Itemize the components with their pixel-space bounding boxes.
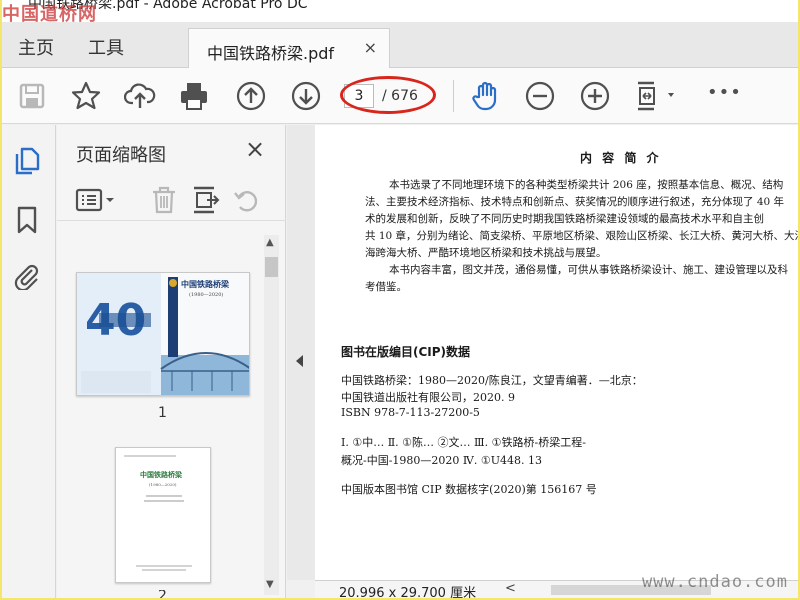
extract-page-icon[interactable]: [190, 185, 220, 215]
intro-line: 术的发展和创新，反映了不同历史时期我国铁路桥梁建设领域的最高技术水平和自主创: [365, 213, 764, 225]
page-thumbnails-icon[interactable]: [12, 145, 42, 175]
intro-line: 本书内容丰富，图文并茂，通俗易懂，可供从事铁路桥梁设计、施工、建设管理以及科: [389, 264, 788, 276]
collapse-arrow-icon[interactable]: [296, 355, 303, 367]
toolbar: 3 / 676 •••: [2, 68, 798, 124]
page-number-label-1: 1: [158, 405, 167, 421]
title-page-image: [124, 455, 192, 571]
cip-line: 概况-中国-1980—2020 Ⅳ. ①U448. 13: [341, 454, 543, 467]
cip-title: 图书在版编目(CIP)数据: [341, 345, 471, 359]
cip-line: 中国铁道出版社有限公司，2020. 9: [341, 391, 515, 404]
hand-tool-icon[interactable]: [470, 80, 502, 112]
page-heading: 内 容 简 介: [580, 151, 662, 165]
tab-tools[interactable]: 工具: [88, 34, 124, 60]
page-up-icon[interactable]: [235, 80, 267, 112]
cover-image: 40: [77, 273, 249, 395]
cover-subtitle: (1980—2020): [189, 292, 224, 298]
save-icon[interactable]: [16, 80, 48, 112]
thumbnail-scrollbar[interactable]: ▲ ▼: [264, 235, 279, 595]
fit-page-icon[interactable]: [634, 80, 678, 112]
intro-line: 本书选录了不同地理环境下的各种类型桥梁共计 206 座，按照基本信息、概况、结构: [389, 179, 784, 191]
thumbnail-panel: 页面缩略图 × ▲ ▼ 40: [57, 125, 286, 598]
intro-line: 共 10 章，分别为绪论、简支梁桥、平原地区桥梁、艰险山区桥梁、长江大桥、黄河大…: [365, 230, 798, 242]
tab-bar: 主页 工具 中国铁路桥梁.pdf ×: [2, 22, 798, 69]
pdf-page: 内 容 简 介 本书选录了不同地理环境下的各种类型桥梁共计 206 座，按照基本…: [315, 125, 798, 580]
page-number-label-2: 2: [158, 590, 167, 598]
document-tab-label: 中国铁路桥梁.pdf: [207, 44, 335, 63]
upload-cloud-icon[interactable]: [123, 80, 156, 112]
intro-line: 考借鉴。: [365, 281, 407, 293]
scroll-down-icon[interactable]: ▼: [266, 579, 274, 590]
watermark-bottom: www.cndao.com: [641, 572, 788, 592]
cip-line: ISBN 978-7-113-27200-5: [341, 406, 480, 419]
thumbnail-options-icon[interactable]: [75, 185, 119, 215]
print-icon[interactable]: [178, 80, 210, 112]
close-icon[interactable]: ×: [245, 135, 265, 163]
title-page-subtitle: (1980—2020): [149, 482, 177, 487]
tab-document[interactable]: 中国铁路桥梁.pdf ×: [188, 28, 390, 69]
scrollbar-thumb[interactable]: [265, 257, 278, 277]
zoom-out-icon[interactable]: [524, 80, 556, 112]
attachments-icon[interactable]: [12, 260, 42, 292]
title-bar: 中国铁路桥梁.pdf - Adobe Acrobat Pro DC: [2, 0, 798, 22]
collapse-panel-button[interactable]: [287, 125, 315, 580]
scroll-left-icon[interactable]: <: [505, 581, 516, 596]
page-thumbnail-1[interactable]: 40 中国铁路桥梁 (1980—2020): [76, 272, 250, 396]
more-icon[interactable]: •••: [707, 82, 742, 103]
document-viewer[interactable]: 内 容 简 介 本书选录了不同地理环境下的各种类型桥梁共计 206 座，按照基本…: [315, 125, 798, 580]
thumbnail-toolbar: [57, 181, 286, 221]
close-icon[interactable]: ×: [364, 38, 377, 57]
delete-page-icon[interactable]: [149, 185, 179, 215]
cip-line: 中国铁路桥梁：1980—2020/陈良江，文望青编著．—北京：: [341, 374, 643, 387]
intro-line: 海跨海大桥、严酷环境地区桥梁和技术挑战与展望。: [365, 247, 607, 259]
rotate-icon[interactable]: [231, 185, 261, 215]
highlight-circle: [340, 76, 436, 114]
panel-title: 页面缩略图: [76, 145, 166, 166]
page-size-readout: 20.996 x 29.700 厘米: [339, 586, 477, 598]
bookmarks-icon[interactable]: [12, 205, 42, 235]
toolbar-divider: [453, 80, 454, 112]
cip-line: 中国版本图书馆 CIP 数据核字(2020)第 156167 号: [341, 483, 597, 496]
acrobat-window: 中国铁路桥梁.pdf - Adobe Acrobat Pro DC 主页 工具 …: [2, 0, 798, 598]
bookmark-star-icon[interactable]: [70, 80, 102, 112]
page-thumbnail-2[interactable]: 中国铁路桥梁 (1980—2020): [115, 447, 211, 583]
scroll-up-icon[interactable]: ▲: [266, 237, 274, 248]
zoom-in-icon[interactable]: [579, 80, 611, 112]
title-page-heading: 中国铁路桥梁: [140, 470, 182, 479]
cip-line: Ⅰ. ①中… Ⅱ. ①陈… ②文… Ⅲ. ①铁路桥-桥梁工程-: [341, 436, 586, 449]
intro-line: 法、主要技术经济指标、技术特点和创新点、获奖情况的顺序进行叙述，充分体现了 40…: [365, 196, 785, 208]
tab-home[interactable]: 主页: [18, 34, 54, 60]
page-down-icon[interactable]: [290, 80, 322, 112]
watermark-top: 中国道桥网: [2, 4, 97, 25]
left-rail: [2, 125, 56, 598]
cover-title: 中国铁路桥梁: [181, 279, 229, 289]
